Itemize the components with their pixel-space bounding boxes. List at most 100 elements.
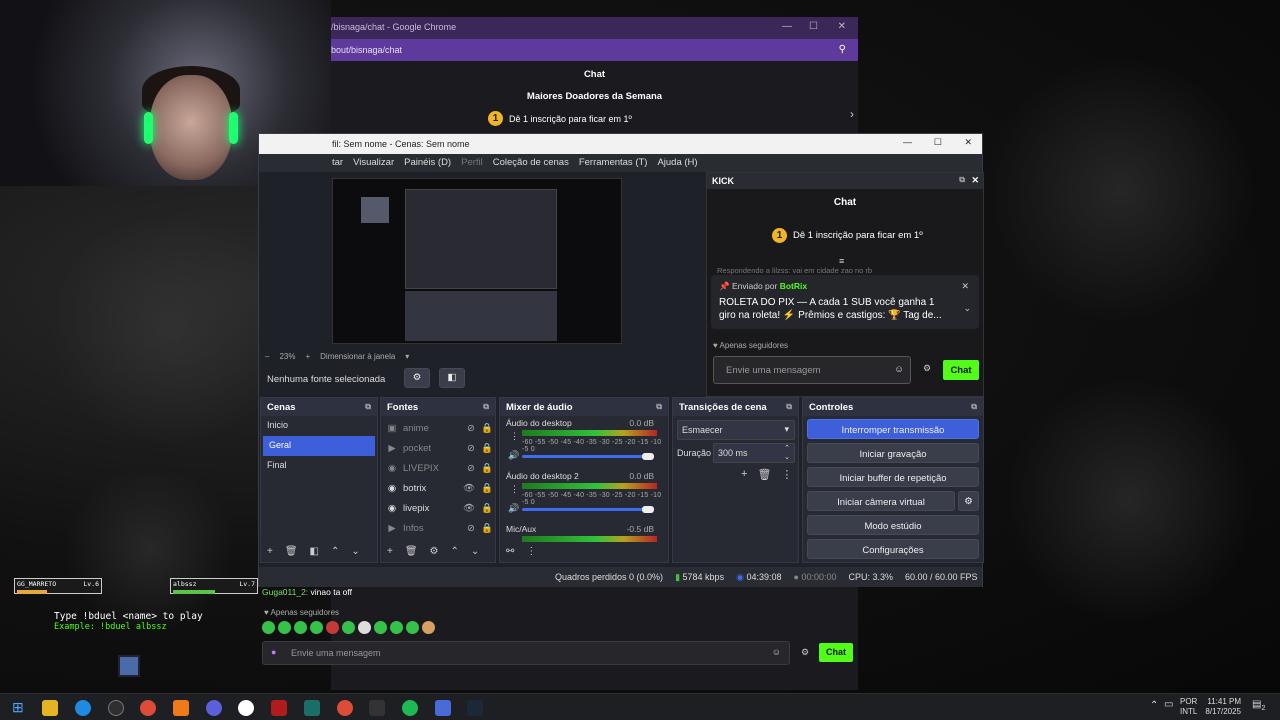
zoom-in-icon[interactable]: +	[305, 352, 310, 361]
obs-icon[interactable]	[108, 700, 124, 716]
kebab-icon[interactable]: ⋮	[510, 484, 519, 495]
clock[interactable]: 11:41 PM 8/17/2025	[1203, 697, 1241, 717]
network-icon[interactable]: ▭	[1164, 699, 1173, 710]
eye-icon[interactable]: 👁	[463, 503, 475, 514]
popout-icon[interactable]: ⧉	[656, 402, 662, 412]
speaker-icon[interactable]: 🔊	[508, 450, 519, 461]
slider-handle[interactable]	[642, 506, 654, 513]
app-icon[interactable]	[238, 700, 254, 716]
volume-slider[interactable]	[522, 455, 647, 458]
hidden-icon[interactable]: ⊘	[467, 443, 475, 454]
down-icon[interactable]: ⌄	[471, 546, 479, 557]
emoji-icon[interactable]: ☺	[772, 647, 781, 657]
capcut-icon[interactable]	[369, 700, 385, 716]
kebab-icon[interactable]: ⋮	[781, 468, 792, 481]
popout-icon[interactable]: ⧉	[959, 175, 965, 185]
chat-input[interactable]: Envie uma mensagem ● ☺	[262, 641, 790, 665]
lock-icon[interactable]: 🔒	[481, 443, 493, 454]
add-icon[interactable]: +	[741, 468, 747, 481]
source-item[interactable]: ▣ anime ⊘ 🔒	[387, 418, 497, 438]
menu-item[interactable]: Painéis (D)	[404, 157, 451, 172]
transition-select[interactable]: Esmaecer ▾	[677, 420, 795, 440]
lock-icon[interactable]: 🔒	[481, 483, 493, 494]
kick-donor-cta[interactable]: 1 Dê 1 inscrição para ficar em 1º	[772, 228, 923, 243]
popout-icon[interactable]: ⧉	[365, 402, 371, 412]
stepper-icon[interactable]: ⌃ ⌄	[784, 444, 790, 462]
hidden-icon[interactable]: ⊘	[467, 463, 475, 474]
search-icon[interactable]: ⚲	[839, 44, 846, 55]
duration-input[interactable]: 300 ms ⌃ ⌄	[713, 443, 795, 463]
virtual-camera-button[interactable]: Iniciar câmera virtual	[807, 491, 955, 511]
maximize-icon[interactable]: ☐	[809, 21, 818, 32]
preview-canvas[interactable]	[332, 178, 622, 344]
popout-icon[interactable]: ⧉	[483, 402, 489, 412]
add-icon[interactable]: +	[387, 546, 393, 557]
source-item[interactable]: ▶ Infos ⊘ 🔒	[387, 518, 497, 538]
minimize-icon[interactable]: —	[903, 137, 912, 147]
chevron-down-icon[interactable]: ▾	[405, 352, 409, 361]
source-item[interactable]: ◉ LIVEPIX ⊘ 🔒	[387, 458, 497, 478]
source-item[interactable]: ◉ livepix 👁 🔒	[387, 498, 497, 518]
scene-item-selected[interactable]: Geral	[263, 436, 375, 456]
menu-item[interactable]: Coleção de cenas	[493, 157, 569, 172]
chrome-icon[interactable]	[140, 700, 156, 716]
volume-slider[interactable]	[522, 508, 647, 511]
start-recording-button[interactable]: Iniciar gravação	[807, 443, 979, 463]
video-editor-icon[interactable]	[271, 700, 287, 716]
chevron-down-icon[interactable]: ⌄	[963, 303, 971, 314]
emote-bar[interactable]	[262, 621, 438, 636]
settings-icon[interactable]: ⚙	[923, 363, 931, 374]
up-icon[interactable]: ⌃	[451, 546, 459, 557]
settings-icon[interactable]: ⚙	[801, 647, 809, 658]
kebab-icon[interactable]: ⋮	[526, 546, 536, 557]
edge-icon[interactable]	[75, 700, 91, 716]
lock-icon[interactable]: 🔒	[481, 423, 493, 434]
source-properties-button[interactable]: ⚙	[404, 368, 430, 388]
windows-start-icon[interactable]: ⊞	[12, 699, 24, 716]
source-filters-button[interactable]: ◧	[439, 368, 465, 388]
app-icon[interactable]	[304, 700, 320, 716]
up-icon[interactable]: ⌃	[331, 546, 339, 557]
donor-cta[interactable]: 1 Dê 1 inscrição para ficar em 1º	[488, 111, 632, 126]
chat-send-button[interactable]: Chat	[819, 643, 853, 662]
slider-handle[interactable]	[642, 453, 654, 460]
file-explorer-icon[interactable]	[42, 700, 58, 716]
lock-icon[interactable]: 🔒	[481, 463, 493, 474]
popout-icon[interactable]: ⧉	[786, 402, 792, 412]
popout-icon[interactable]: ⧉	[971, 402, 977, 412]
chevron-up-icon[interactable]: ⌃	[1150, 700, 1158, 711]
notification-icon[interactable]: ▤2	[1252, 699, 1265, 712]
eye-icon[interactable]: 👁	[463, 483, 475, 494]
virtual-camera-settings-button[interactable]: ⚙	[958, 491, 979, 511]
hidden-icon[interactable]: ⊘	[467, 523, 475, 534]
address-bar[interactable]: bout/bisnaga/chat ⚲	[331, 39, 858, 61]
sort-icon[interactable]: ≡	[839, 256, 844, 266]
lock-icon[interactable]: 🔒	[481, 523, 493, 534]
close-icon[interactable]: ✕	[838, 21, 846, 32]
spotify-icon[interactable]	[402, 700, 418, 716]
down-icon[interactable]: ⌄	[351, 546, 359, 557]
source-item[interactable]: ▶ pocket ⊘ 🔒	[387, 438, 497, 458]
app-icon[interactable]	[435, 700, 451, 716]
minimize-icon[interactable]: —	[782, 21, 792, 32]
kebab-icon[interactable]: ⋮	[510, 431, 519, 442]
mic-icon[interactable]: ●	[271, 647, 276, 657]
add-icon[interactable]: +	[267, 546, 273, 557]
resize-dropdown[interactable]: Dimensionar à janela	[320, 352, 395, 361]
emoji-icon[interactable]: ☺	[894, 364, 904, 375]
source-item[interactable]: ◉ botrix 👁 🔒	[387, 478, 497, 498]
lock-icon[interactable]: 🔒	[481, 503, 493, 514]
trash-icon[interactable]: 🗑	[285, 546, 298, 557]
trash-icon[interactable]: 🗑	[405, 546, 418, 557]
trash-icon[interactable]: 🗑	[757, 468, 771, 481]
kick-chat-input[interactable]: Envie uma mensagem ☺	[713, 356, 911, 384]
language-indicator[interactable]: POR INTL	[1180, 697, 1197, 717]
link-icon[interactable]: ⚯	[506, 546, 514, 557]
unpin-icon[interactable]: ✕	[961, 281, 969, 292]
kick-send-button[interactable]: Chat	[943, 360, 979, 380]
speaker-icon[interactable]: 🔊	[508, 503, 519, 514]
menu-item[interactable]: Visualizar	[353, 157, 394, 172]
menu-item[interactable]: Perfil	[461, 157, 483, 172]
studio-mode-button[interactable]: Modo estúdio	[807, 515, 979, 535]
settings-button[interactable]: Configurações	[807, 539, 979, 559]
